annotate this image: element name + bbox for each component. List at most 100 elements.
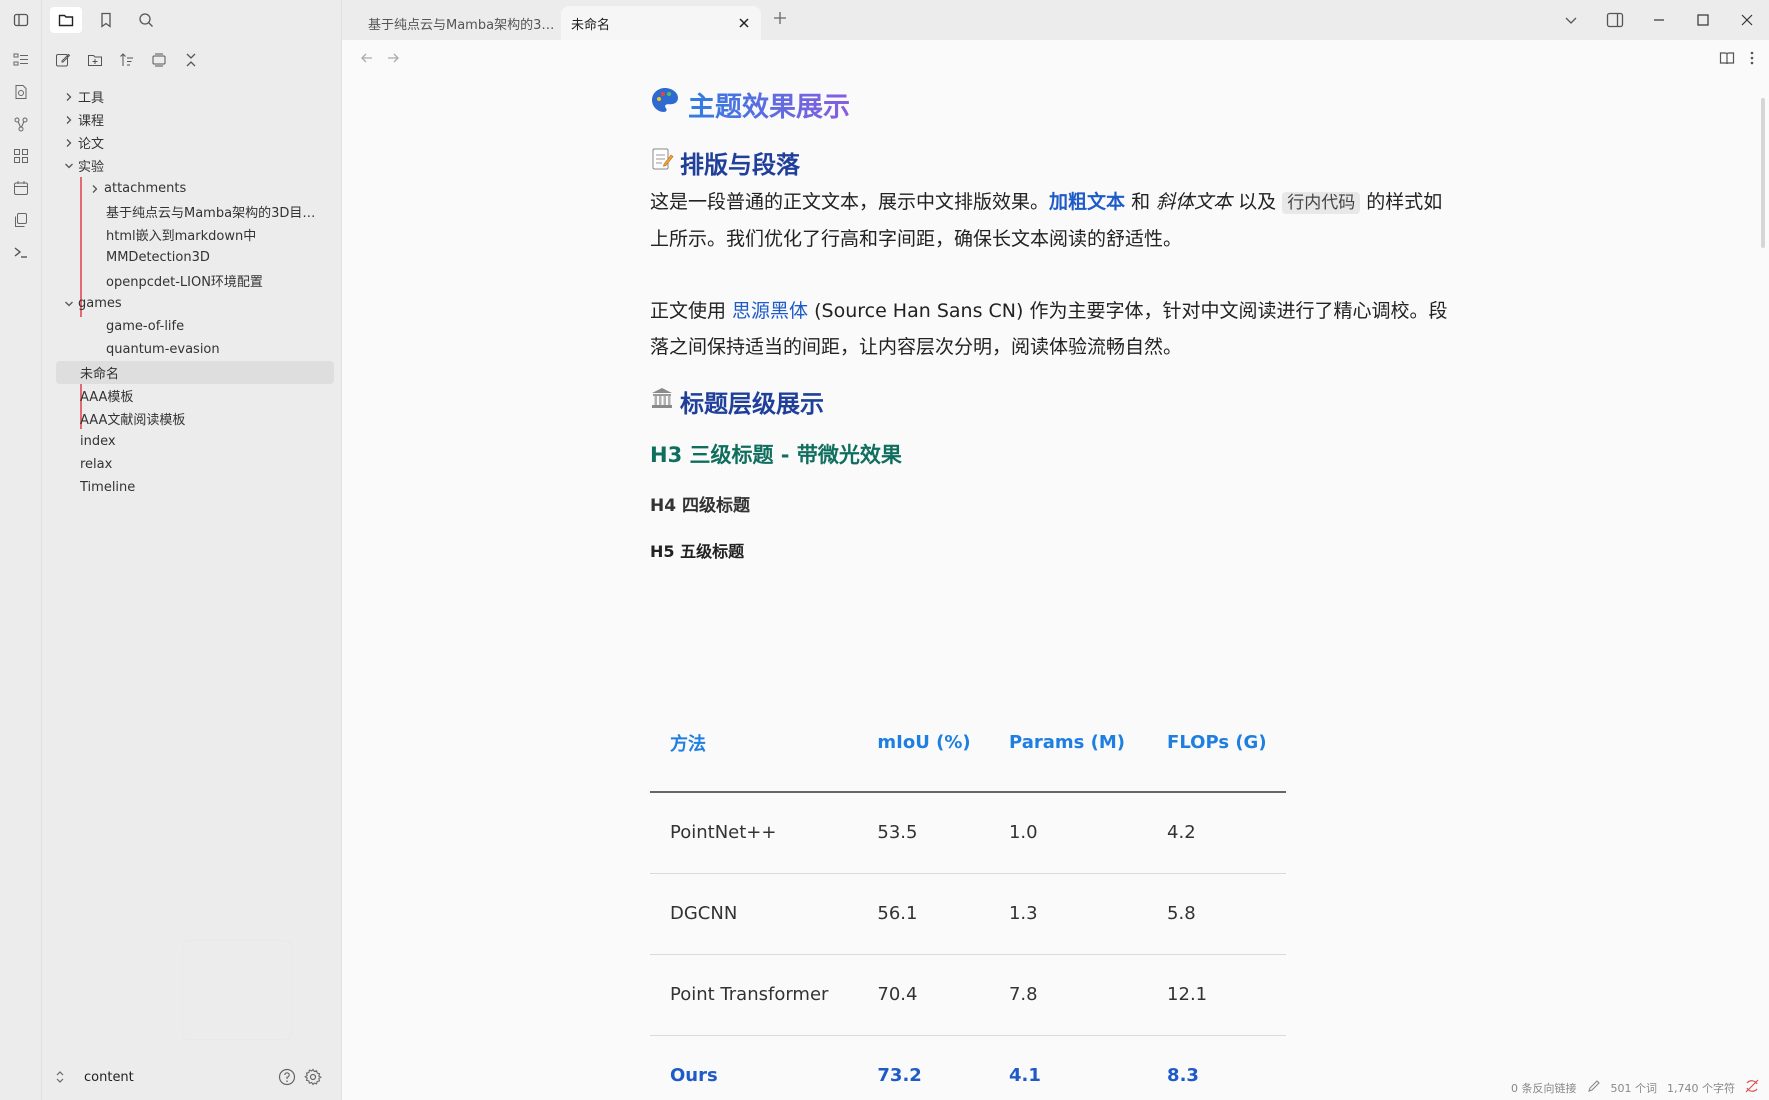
table-header-row: 方法 mIoU (%) Params (M) FLOPs (G): [650, 694, 1286, 793]
minimize-icon[interactable]: [1637, 0, 1681, 40]
status-bar: 0 条反向链接 501 个词 1,740 个字符: [1511, 1079, 1759, 1096]
sort-icon[interactable]: [116, 48, 138, 72]
chevron-right-icon: [62, 113, 76, 127]
folder-item-courses[interactable]: 课程: [56, 108, 334, 131]
file-item[interactable]: Timeline: [56, 476, 334, 499]
file-item[interactable]: game-of-life: [56, 315, 334, 338]
heading-h5: H5 五级标题: [650, 542, 745, 561]
folder-item-games[interactable]: games: [56, 292, 334, 315]
calendar-icon[interactable]: [9, 176, 33, 200]
gear-icon[interactable]: [304, 1068, 322, 1090]
chevron-down-icon: [62, 159, 76, 173]
table-cell: 4.2: [1147, 792, 1286, 874]
table-cell: 5.8: [1147, 873, 1286, 955]
vault-name[interactable]: content: [84, 1070, 134, 1085]
reading-view-icon[interactable]: [1719, 50, 1735, 70]
file-label: html嵌入到markdown中: [106, 229, 257, 244]
column-header: 方法: [650, 694, 858, 793]
file-label: Timeline: [80, 480, 136, 495]
table-cell: 56.1: [857, 873, 989, 955]
search-tab-icon[interactable]: [130, 7, 162, 33]
file-item[interactable]: quantum-evasion: [56, 338, 334, 361]
close-icon[interactable]: [737, 16, 751, 34]
table-cell: 53.5: [857, 792, 989, 874]
doc-title: 主题效果展示: [650, 84, 1458, 124]
chevron-down-icon: [62, 297, 76, 311]
inline-code: 行内代码: [1282, 192, 1361, 214]
tab-list-chevron-icon[interactable]: [1549, 0, 1593, 40]
canvas-icon[interactable]: [9, 144, 33, 168]
chevron-right-icon: [88, 182, 102, 196]
terminal-icon[interactable]: [9, 240, 33, 264]
file-item[interactable]: html嵌入到markdown中: [56, 223, 334, 246]
edit-mode-icon[interactable]: [1587, 1079, 1601, 1096]
table-cell: 4.1: [1008, 1065, 1041, 1087]
right-sidebar-toggle-icon[interactable]: [1593, 0, 1637, 40]
file-label: AAA模板: [80, 390, 134, 405]
paragraph-text: 和: [1125, 191, 1157, 213]
copy-icon[interactable]: [9, 208, 33, 232]
editor-pane: 主题效果展示 排版与段落 这是一段普通的正文文本，展示中文排版效果。加粗文本 和…: [342, 40, 1769, 1100]
file-item[interactable]: AAA文献阅读模板: [56, 407, 334, 430]
tab-label: 未命名: [571, 17, 611, 33]
table-cell: 7.8: [988, 954, 1148, 1036]
new-note-icon[interactable]: [52, 48, 74, 72]
folder-item-experiments[interactable]: 实验: [56, 154, 334, 177]
more-options-icon[interactable]: [1749, 50, 1755, 70]
table-cell: 70.4: [857, 954, 989, 1036]
font-link[interactable]: 思源黑体: [732, 300, 808, 322]
file-item[interactable]: MMDetection3D: [56, 246, 334, 269]
folder-item-attachments[interactable]: attachments: [56, 177, 334, 200]
folder-item-papers[interactable]: 论文: [56, 131, 334, 154]
auto-reveal-icon[interactable]: [148, 48, 170, 72]
file-item[interactable]: relax: [56, 453, 334, 476]
help-icon[interactable]: [278, 1068, 296, 1090]
word-count: 501 个词: [1610, 1081, 1658, 1095]
outline-icon[interactable]: [9, 48, 33, 72]
folder-label: 工具: [78, 91, 105, 106]
chevron-right-icon: [62, 90, 76, 104]
explorer-toolbar: [52, 48, 202, 72]
files-tab-icon[interactable]: [50, 7, 82, 33]
chevron-updown-icon[interactable]: [54, 1069, 66, 1089]
file-item-active[interactable]: 未命名: [56, 361, 334, 384]
file-label: quantum-evasion: [106, 342, 220, 357]
tab-doc-mamba[interactable]: 基于纯点云与Mamba架构的3…: [342, 6, 560, 40]
sidebar-tab-strip: [50, 7, 162, 33]
backlinks-count[interactable]: 0 条反向链接: [1511, 1080, 1577, 1096]
collapse-all-icon[interactable]: [180, 48, 202, 72]
forward-arrow-icon[interactable]: [386, 50, 400, 69]
folder-item-tools[interactable]: 工具: [56, 85, 334, 108]
classical-building-icon: [650, 386, 674, 416]
sidebar-watermark: [182, 940, 292, 1040]
maximize-icon[interactable]: [1681, 0, 1725, 40]
new-tab-icon[interactable]: [772, 10, 788, 30]
table-cell: Point Transformer: [650, 954, 858, 1036]
tab-untitled[interactable]: 未命名: [561, 6, 761, 40]
chevron-right-icon: [62, 136, 76, 150]
file-label: game-of-life: [106, 319, 185, 334]
section-heading-text: 排版与段落: [680, 150, 800, 179]
scrollbar-thumb[interactable]: [1761, 98, 1765, 248]
file-tree: 工具 课程 论文 实验 attachments 基于纯点云与Mamba架构的3D…: [56, 85, 334, 499]
table-row: DGCNN 56.1 1.3 5.8: [650, 873, 1286, 955]
sidebar-toggle-icon[interactable]: [9, 8, 33, 32]
file-label: index: [80, 434, 116, 449]
file-item[interactable]: AAA模板: [56, 384, 334, 407]
folder-label: games: [78, 296, 122, 311]
file-item[interactable]: openpcdet-LION环境配置: [56, 269, 334, 292]
table-cell: 8.3: [1167, 1065, 1199, 1087]
sync-status-icon[interactable]: [1745, 1079, 1759, 1096]
file-item[interactable]: 基于纯点云与Mamba架构的3D目…: [56, 200, 334, 223]
window-close-icon[interactable]: [1725, 0, 1769, 40]
new-folder-icon[interactable]: [84, 48, 106, 72]
folder-label: attachments: [104, 181, 187, 196]
file-search-icon[interactable]: [9, 80, 33, 104]
paragraph-text: 这是一段普通的正文文本，展示中文排版效果。: [650, 191, 1050, 213]
graph-icon[interactable]: [9, 112, 33, 136]
file-explorer-sidebar: 工具 课程 论文 实验 attachments 基于纯点云与Mamba架构的3D…: [42, 0, 342, 1100]
section-heading-text: 标题层级展示: [680, 389, 824, 418]
back-arrow-icon[interactable]: [360, 50, 374, 69]
bookmark-tab-icon[interactable]: [90, 7, 122, 33]
file-item[interactable]: index: [56, 430, 334, 453]
